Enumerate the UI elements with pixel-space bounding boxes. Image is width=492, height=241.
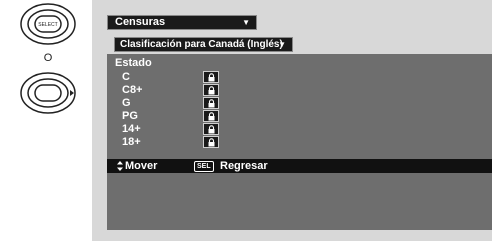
lock-icon[interactable] [203,110,219,122]
rating-label: G [122,97,131,109]
remote-instructions: SELECT O [0,0,92,241]
censuras-menu-item[interactable]: Censuras ▼ [107,15,257,30]
lock-icon[interactable] [203,84,219,96]
rating-row[interactable]: C [107,71,307,84]
lock-icon[interactable] [203,136,219,148]
estado-header: Estado [115,57,152,69]
rating-label: C [122,71,130,83]
rating-label: 18+ [122,136,141,148]
rating-label: C8+ [122,84,143,96]
sel-badge: SEL [194,161,214,172]
regresar-label: Regresar [220,160,268,172]
remote-right-button-icon [20,72,76,114]
rating-row[interactable]: 18+ [107,136,307,149]
select-text: SELECT [38,22,57,28]
rating-row[interactable]: PG [107,110,307,123]
mover-label: Mover [125,160,158,172]
tv-menu-screen: Censuras ▼ Clasificación para Canadá (In… [92,0,492,241]
remote-select-button-icon: SELECT [20,3,76,45]
lock-icon[interactable] [203,97,219,109]
ratings-panel: Estado C C8+ G PG 14+ 18+ Mover SEL Regr… [107,54,492,230]
navigation-hint-bar: Mover SEL Regresar [107,159,492,173]
lock-icon[interactable] [203,123,219,135]
censuras-label: Censuras [115,16,166,28]
lock-icon[interactable] [203,71,219,83]
up-down-arrows-icon [117,161,123,171]
rating-row[interactable]: 14+ [107,123,307,136]
clasificacion-label: Clasificación para Canadá (Inglés) [120,39,283,50]
rating-label: PG [122,110,138,122]
clasificacion-dropdown[interactable]: Clasificación para Canadá (Inglés) ▼ [114,37,293,52]
rating-row[interactable]: C8+ [107,84,307,97]
dropdown-arrow-icon: ▼ [242,18,250,27]
rating-row[interactable]: G [107,97,307,110]
rating-label: 14+ [122,123,141,135]
dropdown-arrow-icon: ▼ [278,40,286,49]
or-label: O [43,52,53,64]
